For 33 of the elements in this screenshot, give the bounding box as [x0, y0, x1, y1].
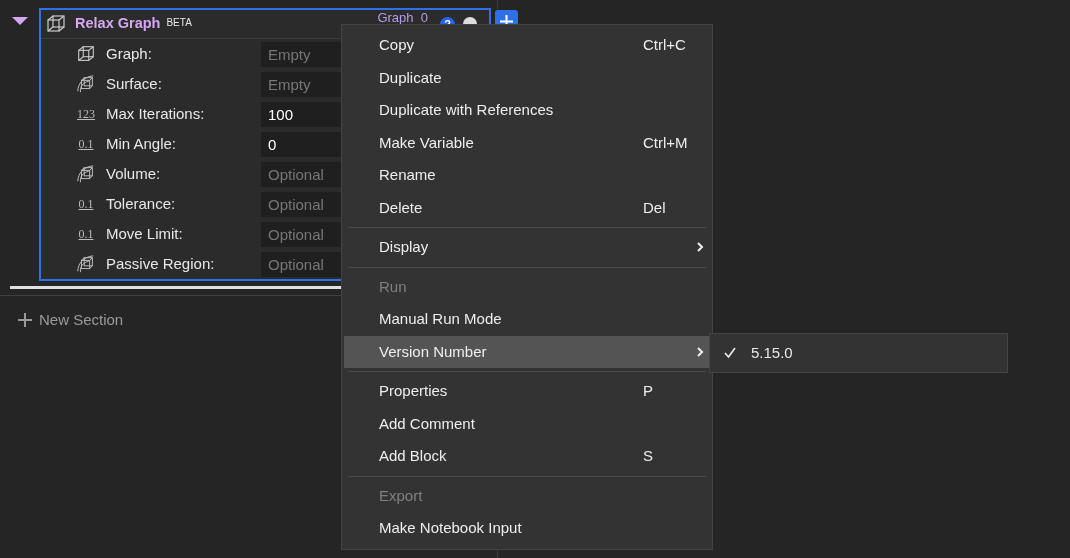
shortcut-label: Ctrl+M [643, 132, 689, 153]
menu-item[interactable]: Properties P [344, 375, 710, 408]
new-section-button[interactable]: New Section [0, 296, 124, 332]
input-label: Max Iterations: [106, 103, 206, 124]
node-title: Relax Graph [75, 14, 161, 34]
mesh-icon [76, 74, 96, 94]
input-label: Surface: [106, 73, 163, 94]
input-label: Passive Region: [106, 253, 216, 274]
submenu-item[interactable]: 5.15.0 [724, 341, 793, 365]
shortcut-label: Ctrl+C [643, 35, 687, 55]
plus-icon [17, 312, 33, 329]
input-label: Move Limit: [106, 223, 184, 244]
decimal-icon: 0.1 [78, 198, 94, 210]
mesh-icon [76, 164, 96, 184]
mesh-icon [76, 254, 96, 274]
shortcut-label: S [643, 446, 654, 466]
menu-item[interactable]: Manual Run Mode [344, 303, 710, 336]
shortcut-label: Del [643, 197, 667, 218]
integer-icon: 123 [77, 108, 95, 120]
menu-item[interactable]: Version Number [344, 335, 710, 368]
input-label: Tolerance: [106, 193, 177, 214]
menu-item[interactable]: Add Comment [344, 407, 710, 440]
menu-item[interactable]: Add Block S [344, 440, 710, 473]
menu-item[interactable]: Make Notebook Input [344, 512, 710, 545]
cube-icon [76, 44, 96, 64]
shortcut-label: P [643, 381, 654, 401]
decimal-icon: 0.1 [78, 138, 94, 150]
input-label: Min Angle: [106, 133, 178, 154]
cube-icon [45, 13, 67, 35]
input-label: Graph: [106, 43, 153, 64]
input-label: Volume: [106, 163, 162, 184]
decimal-icon: 0.1 [78, 228, 94, 240]
beta-label: BETA [166, 16, 192, 30]
